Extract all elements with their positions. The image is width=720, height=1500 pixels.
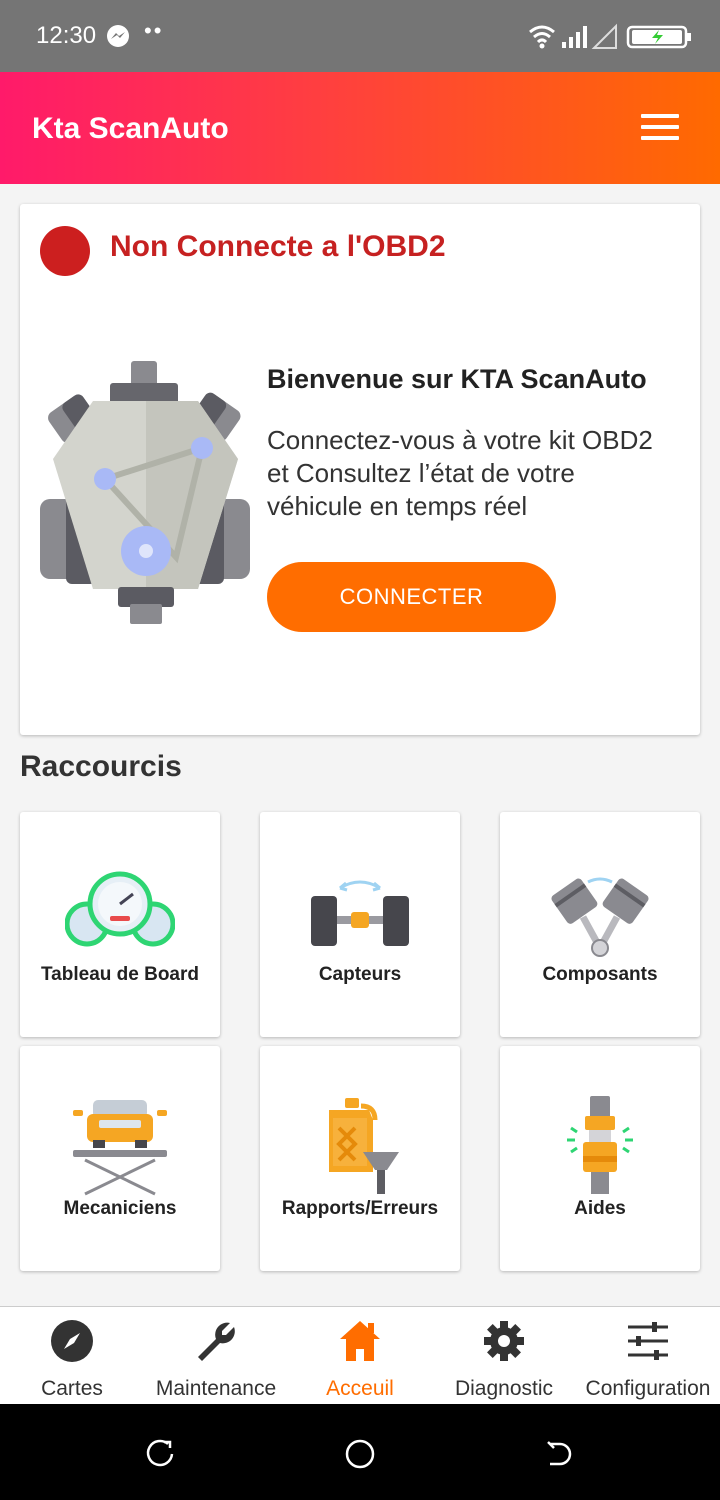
wrench-icon xyxy=(198,1322,235,1361)
status-icons xyxy=(529,23,691,49)
nav-maintenance[interactable]: Maintenance xyxy=(144,1307,288,1405)
pistons-icon xyxy=(551,877,649,957)
shortcut-mechanics[interactable]: Mecaniciens xyxy=(20,1046,220,1271)
nav-label: Cartes xyxy=(41,1377,103,1400)
wifi-icon xyxy=(529,25,555,44)
shortcut-label: Capteurs xyxy=(318,964,402,985)
shortcut-dashboard[interactable]: Tableau de Board xyxy=(20,812,220,1037)
shortcut-label: Composants xyxy=(542,964,658,985)
connect-button[interactable]: CONNECTER xyxy=(267,562,556,632)
back-icon[interactable] xyxy=(544,1438,576,1470)
messenger-icon xyxy=(107,25,129,47)
system-navigation-bar xyxy=(0,1404,720,1500)
oil-can-icon xyxy=(329,1098,399,1194)
nav-diagnostic[interactable]: Diagnostic xyxy=(432,1307,576,1405)
nav-label: Configuration xyxy=(585,1377,711,1400)
home-button-icon[interactable] xyxy=(344,1438,376,1470)
home-icon xyxy=(340,1321,380,1361)
engine-illustration-icon xyxy=(40,361,250,624)
signal-icon xyxy=(562,26,587,48)
nav-configuration[interactable]: Configuration xyxy=(576,1307,720,1405)
connection-status-text: Non Connecte a l'OBD2 xyxy=(110,230,446,263)
shortcut-label: Rapports/Erreurs xyxy=(281,1198,439,1219)
app-bar: Kta ScanAuto xyxy=(0,72,720,184)
status-time: 12:30 xyxy=(36,22,97,49)
car-lift-icon xyxy=(73,1100,167,1196)
welcome-description: Connectez-vous à votre kit OBD2 et Consu… xyxy=(267,425,653,521)
battery-icon xyxy=(626,25,691,49)
connection-card: Non Connecte a l'OBD2 Bienvenue sur KTA … xyxy=(20,204,700,735)
nav-label: Acceuil xyxy=(326,1377,394,1400)
sliders-icon xyxy=(628,1322,668,1360)
shortcut-sensors[interactable]: Capteurs xyxy=(260,812,460,1037)
bottom-navigation: Cartes Maintenance Acceuil Diagnostic Co… xyxy=(0,1306,720,1404)
nav-acceuil[interactable]: Acceuil xyxy=(288,1307,432,1405)
nav-label: Diagnostic xyxy=(454,1377,554,1400)
shortcut-label: Mecaniciens xyxy=(63,1198,177,1219)
shortcuts-title: Raccourcis xyxy=(20,750,182,783)
shortcut-reports[interactable]: Rapports/Erreurs xyxy=(260,1046,460,1271)
compass-icon xyxy=(51,1320,93,1362)
app-title: Kta ScanAuto xyxy=(32,112,229,145)
status-more-dots: •• xyxy=(144,18,164,43)
nav-cartes[interactable]: Cartes xyxy=(0,1307,144,1405)
shortcut-label: Tableau de Board xyxy=(40,964,199,985)
status-indicator xyxy=(40,226,90,276)
dashboard-gauge-icon xyxy=(65,871,175,947)
gear-icon xyxy=(484,1321,524,1361)
nav-label: Maintenance xyxy=(155,1377,277,1400)
recent-apps-icon[interactable] xyxy=(144,1438,176,1470)
shortcut-label: Aides xyxy=(574,1198,626,1219)
system-status-bar: 12:30 •• xyxy=(0,0,720,72)
hamburger-menu-icon[interactable] xyxy=(636,110,684,150)
shortcut-components[interactable]: Composants xyxy=(500,812,700,1037)
sensor-axle-icon xyxy=(311,880,409,946)
welcome-title: Bienvenue sur KTA ScanAuto xyxy=(267,364,647,394)
spark-plug-icon xyxy=(567,1096,633,1194)
shortcut-help[interactable]: Aides xyxy=(500,1046,700,1271)
signal-empty-icon xyxy=(591,23,617,49)
